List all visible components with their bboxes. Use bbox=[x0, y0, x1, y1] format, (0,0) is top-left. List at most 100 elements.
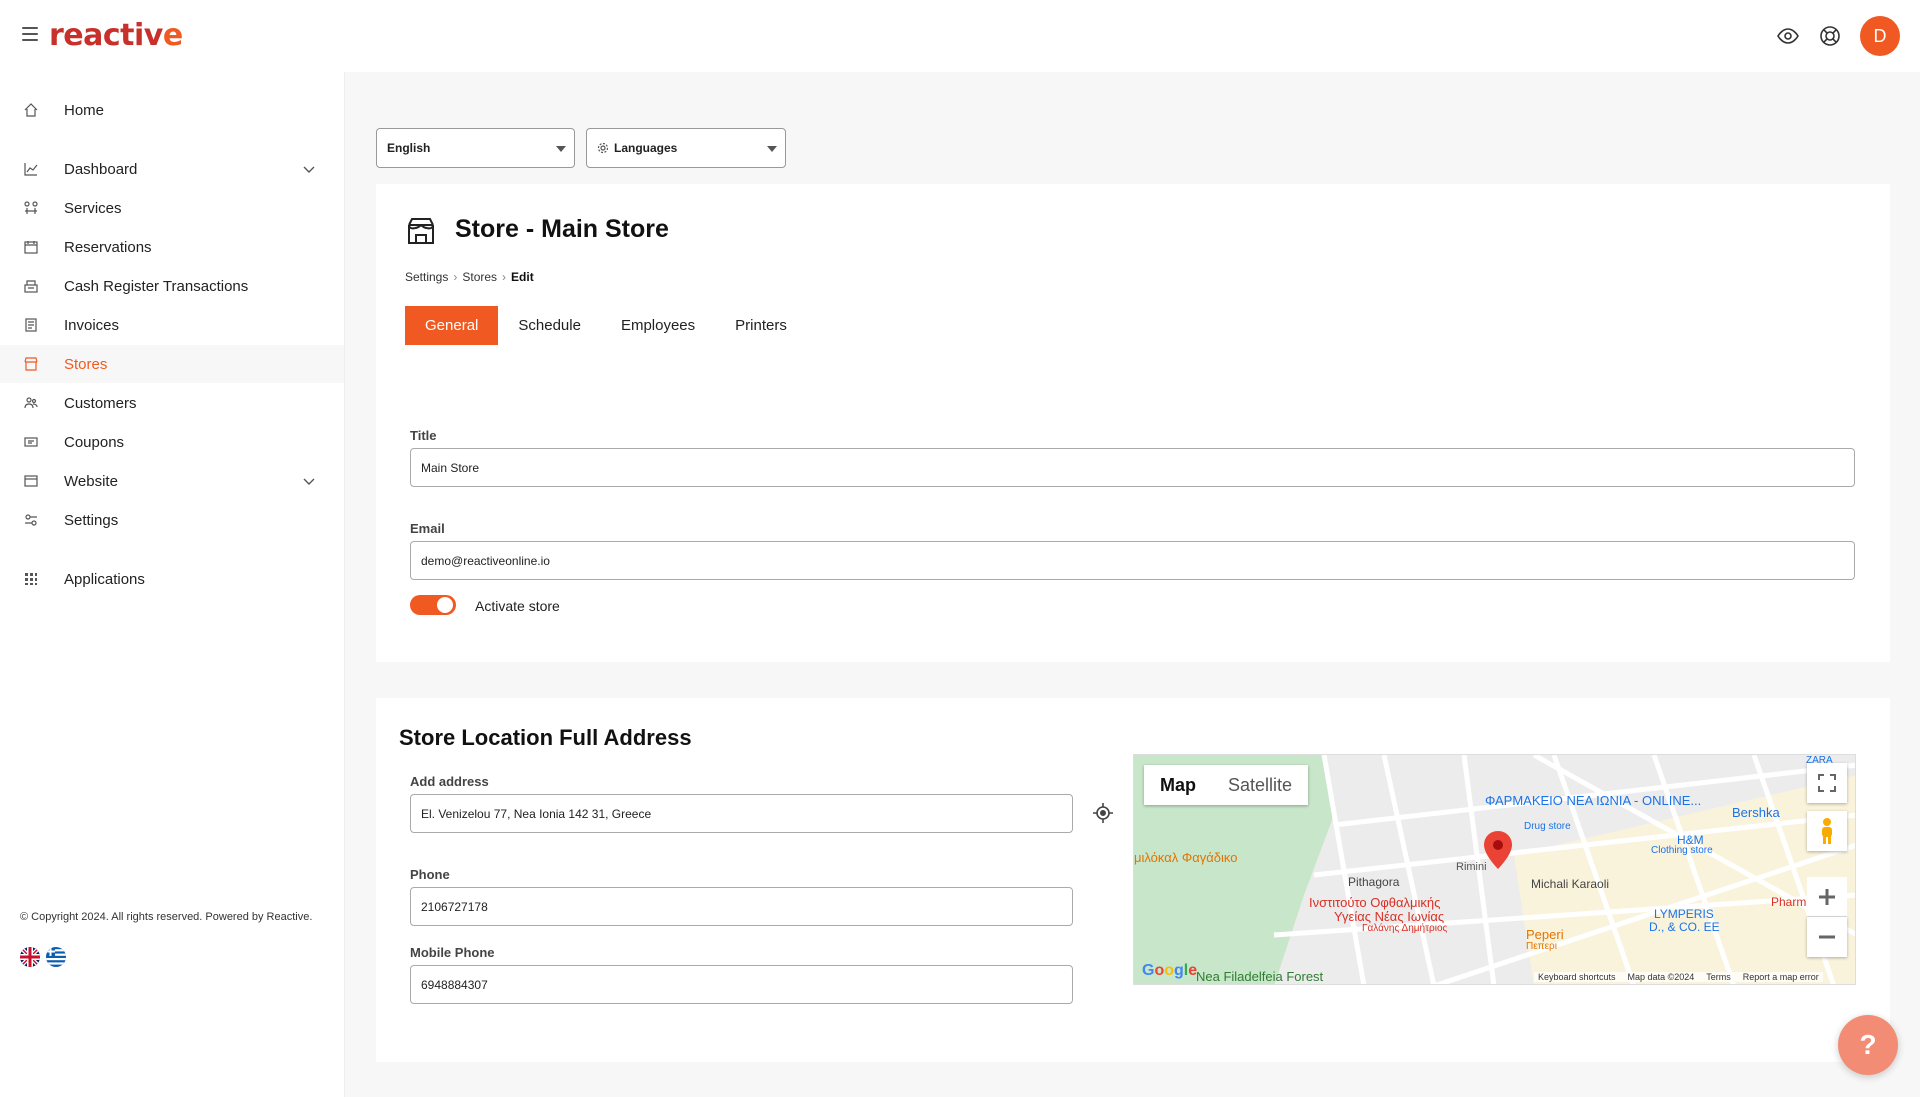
breadcrumb-settings[interactable]: Settings bbox=[405, 270, 448, 284]
copyright-text: © Copyright 2024. All rights reserved. P… bbox=[20, 911, 313, 923]
map-label: Pithagora bbox=[1348, 875, 1400, 889]
map-label: Clothing store bbox=[1651, 845, 1713, 856]
app-logo[interactable]: reactive bbox=[49, 18, 183, 53]
eye-icon[interactable] bbox=[1776, 24, 1800, 48]
chevron-down-icon bbox=[303, 166, 315, 173]
menu-icon[interactable] bbox=[22, 27, 38, 41]
map-label: LYMPERIS bbox=[1654, 907, 1714, 921]
tab-schedule[interactable]: Schedule bbox=[498, 306, 601, 345]
sidebar-item-home[interactable]: Home bbox=[0, 91, 344, 129]
map-label: Ινστιτούτο Οφθαλμικής bbox=[1309, 895, 1441, 910]
map-footer: Keyboard shortcuts Map data ©2024 Terms … bbox=[1534, 972, 1823, 982]
coupon-icon bbox=[23, 434, 39, 450]
zoom-out-icon[interactable] bbox=[1807, 917, 1847, 957]
section-title: Store Location Full Address bbox=[399, 725, 692, 750]
greece-flag-icon[interactable] bbox=[46, 947, 66, 967]
breadcrumb-stores[interactable]: Stores bbox=[462, 270, 497, 284]
support-icon[interactable] bbox=[1818, 24, 1842, 48]
email-label: Email bbox=[410, 521, 445, 536]
help-button[interactable]: ? bbox=[1838, 1015, 1898, 1075]
breadcrumb: Settings › Stores › Edit bbox=[405, 270, 534, 284]
register-icon bbox=[23, 278, 39, 294]
zoom-in-icon[interactable] bbox=[1807, 877, 1847, 917]
sidebar: Home Dashboard Services Reservations Cas… bbox=[0, 72, 345, 1097]
uk-flag-icon[interactable] bbox=[20, 947, 40, 967]
map-pin-icon bbox=[1484, 831, 1512, 869]
sidebar-item-dashboard[interactable]: Dashboard bbox=[0, 150, 344, 188]
sidebar-item-label: Stores bbox=[64, 355, 108, 373]
map-label: Bershka bbox=[1732, 805, 1780, 820]
chevron-right-icon: › bbox=[502, 270, 507, 284]
sidebar-item-website[interactable]: Website bbox=[0, 462, 344, 500]
map-label: μιλόκαλ Φαγάδικο bbox=[1134, 850, 1238, 865]
google-logo: Google bbox=[1142, 962, 1198, 979]
tab-printers[interactable]: Printers bbox=[715, 306, 807, 345]
customers-icon bbox=[23, 395, 39, 411]
title-label: Title bbox=[410, 428, 437, 443]
grid-icon bbox=[23, 571, 39, 587]
street-view-icon[interactable] bbox=[1807, 811, 1847, 851]
gear-icon bbox=[597, 142, 609, 154]
sidebar-item-label: Settings bbox=[64, 511, 119, 529]
sidebar-item-coupons[interactable]: Coupons bbox=[0, 423, 344, 461]
sidebar-item-label: Reservations bbox=[64, 238, 152, 256]
sidebar-item-label: Website bbox=[64, 472, 118, 490]
map-type-map[interactable]: Map bbox=[1144, 765, 1212, 805]
activate-store-toggle[interactable] bbox=[410, 595, 456, 615]
sidebar-item-label: Coupons bbox=[64, 433, 125, 451]
tab-employees[interactable]: Employees bbox=[601, 306, 715, 345]
sidebar-item-customers[interactable]: Customers bbox=[0, 384, 344, 422]
address-label: Add address bbox=[410, 774, 489, 789]
map-type-satellite[interactable]: Satellite bbox=[1212, 765, 1309, 805]
map-label: Drug store bbox=[1524, 821, 1571, 832]
store-icon bbox=[23, 356, 39, 372]
tab-general[interactable]: General bbox=[405, 306, 499, 345]
map-label: Πεπερι bbox=[1526, 941, 1557, 952]
calendar-icon bbox=[23, 239, 39, 255]
keyboard-shortcuts-link[interactable]: Keyboard shortcuts bbox=[1538, 972, 1616, 982]
mobile-phone-field[interactable]: 6948884307 bbox=[410, 965, 1073, 1004]
locate-icon[interactable] bbox=[1092, 802, 1114, 824]
map-label: ΦΑΡΜΑΚΕΙΟ ΝΕΑ ΙΩΝΙΑ - ONLINE... bbox=[1485, 793, 1702, 808]
map-type-toggle: Map Satellite bbox=[1144, 765, 1309, 805]
language-select[interactable]: English bbox=[376, 128, 575, 168]
invoice-icon bbox=[23, 317, 39, 333]
fullscreen-icon[interactable] bbox=[1807, 763, 1847, 803]
phone-field[interactable]: 2106727178 bbox=[410, 887, 1073, 926]
avatar[interactable]: D bbox=[1860, 16, 1900, 56]
tab-bar: General Schedule Employees Printers bbox=[405, 306, 807, 345]
sidebar-item-settings[interactable]: Settings bbox=[0, 501, 344, 539]
sidebar-item-cash-register[interactable]: Cash Register Transactions bbox=[0, 267, 344, 305]
chevron-right-icon: › bbox=[453, 270, 458, 284]
sidebar-item-label: Customers bbox=[64, 394, 137, 412]
map[interactable]: Map Satellite ΦΑΡΜΑΚΕΙΟ ΝΕΑ ΙΩΝΙΑ - ONLI… bbox=[1133, 754, 1856, 985]
terms-link[interactable]: Terms bbox=[1706, 972, 1731, 982]
chart-icon bbox=[23, 161, 39, 177]
sidebar-item-label: Cash Register Transactions bbox=[64, 277, 249, 295]
settings-icon bbox=[23, 512, 39, 528]
home-icon bbox=[23, 102, 39, 118]
map-label: Rimini bbox=[1456, 861, 1487, 873]
sidebar-item-label: Applications bbox=[64, 570, 145, 588]
report-map-error-link[interactable]: Report a map error bbox=[1743, 972, 1819, 982]
title-field[interactable]: Main Store bbox=[410, 448, 1855, 487]
caret-down-icon bbox=[556, 146, 566, 152]
map-label: Peperi bbox=[1526, 927, 1564, 942]
languages-button[interactable]: Languages bbox=[586, 128, 786, 168]
sidebar-item-label: Dashboard bbox=[64, 160, 138, 178]
map-label: Υγείας Νέας Ιωνίας bbox=[1334, 909, 1445, 924]
sidebar-item-label: Home bbox=[64, 101, 105, 119]
address-field[interactable]: El. Venizelou 77, Nea Ionia 142 31, Gree… bbox=[410, 794, 1073, 833]
caret-down-icon bbox=[767, 146, 777, 152]
services-icon bbox=[23, 200, 39, 216]
email-field[interactable]: demo@reactiveonline.io bbox=[410, 541, 1855, 580]
map-label: Pharm bbox=[1771, 895, 1807, 909]
map-label: Γαλάνης Δημήτριος bbox=[1362, 923, 1448, 934]
activate-store-label: Activate store bbox=[475, 598, 560, 614]
sidebar-item-reservations[interactable]: Reservations bbox=[0, 228, 344, 266]
mobile-phone-label: Mobile Phone bbox=[410, 945, 495, 960]
sidebar-item-stores[interactable]: Stores bbox=[0, 345, 344, 383]
sidebar-item-invoices[interactable]: Invoices bbox=[0, 306, 344, 344]
sidebar-item-services[interactable]: Services bbox=[0, 189, 344, 227]
sidebar-item-applications[interactable]: Applications bbox=[0, 560, 344, 598]
